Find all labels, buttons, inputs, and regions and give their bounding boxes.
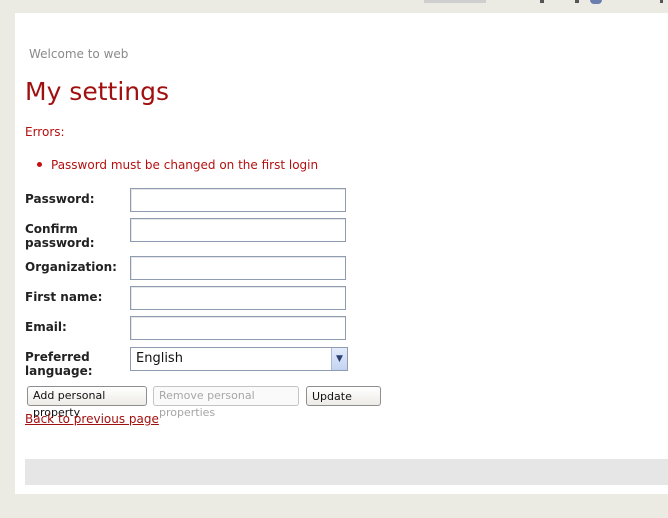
password-label: Password: xyxy=(25,192,95,206)
page-title: My settings xyxy=(25,77,170,106)
email-field[interactable] xyxy=(130,316,346,340)
remove-personal-properties-button[interactable]: Remove personal properties xyxy=(153,386,299,419)
language-select[interactable]: English ▼ xyxy=(130,347,348,371)
confirm-password-field[interactable] xyxy=(130,218,346,242)
top-tab[interactable] xyxy=(424,0,486,3)
confirm-password-label: Confirm password: xyxy=(25,222,95,250)
add-personal-property-button[interactable]: Add personal property xyxy=(27,386,147,419)
top-toolbar-mark xyxy=(660,0,663,3)
password-field[interactable] xyxy=(130,188,346,212)
email-label: Email: xyxy=(25,320,67,334)
first-name-field[interactable] xyxy=(130,286,346,310)
top-toolbar-mark xyxy=(575,0,579,3)
error-message-text: Password must be changed on the first lo… xyxy=(51,158,319,172)
bullet-icon xyxy=(37,162,42,167)
chevron-down-icon[interactable]: ▼ xyxy=(331,348,347,370)
update-button[interactable]: Update xyxy=(306,386,381,406)
first-name-label: First name: xyxy=(25,290,103,304)
back-to-previous-page-link[interactable]: Back to previous page xyxy=(25,412,159,426)
language-select-value: English xyxy=(136,351,183,366)
preferred-language-label: Preferred language: xyxy=(25,350,93,378)
welcome-text: Welcome to web xyxy=(29,47,129,61)
errors-label: Errors: xyxy=(25,125,65,139)
error-message: Password must be changed on the first lo… xyxy=(37,158,318,172)
settings-panel: Welcome to web My settings Errors: Passw… xyxy=(15,13,668,494)
top-strip xyxy=(0,0,668,12)
organization-field[interactable] xyxy=(130,256,346,280)
footer-bar xyxy=(25,459,668,485)
top-toolbar-mark xyxy=(540,0,544,3)
organization-label: Organization: xyxy=(25,260,117,274)
